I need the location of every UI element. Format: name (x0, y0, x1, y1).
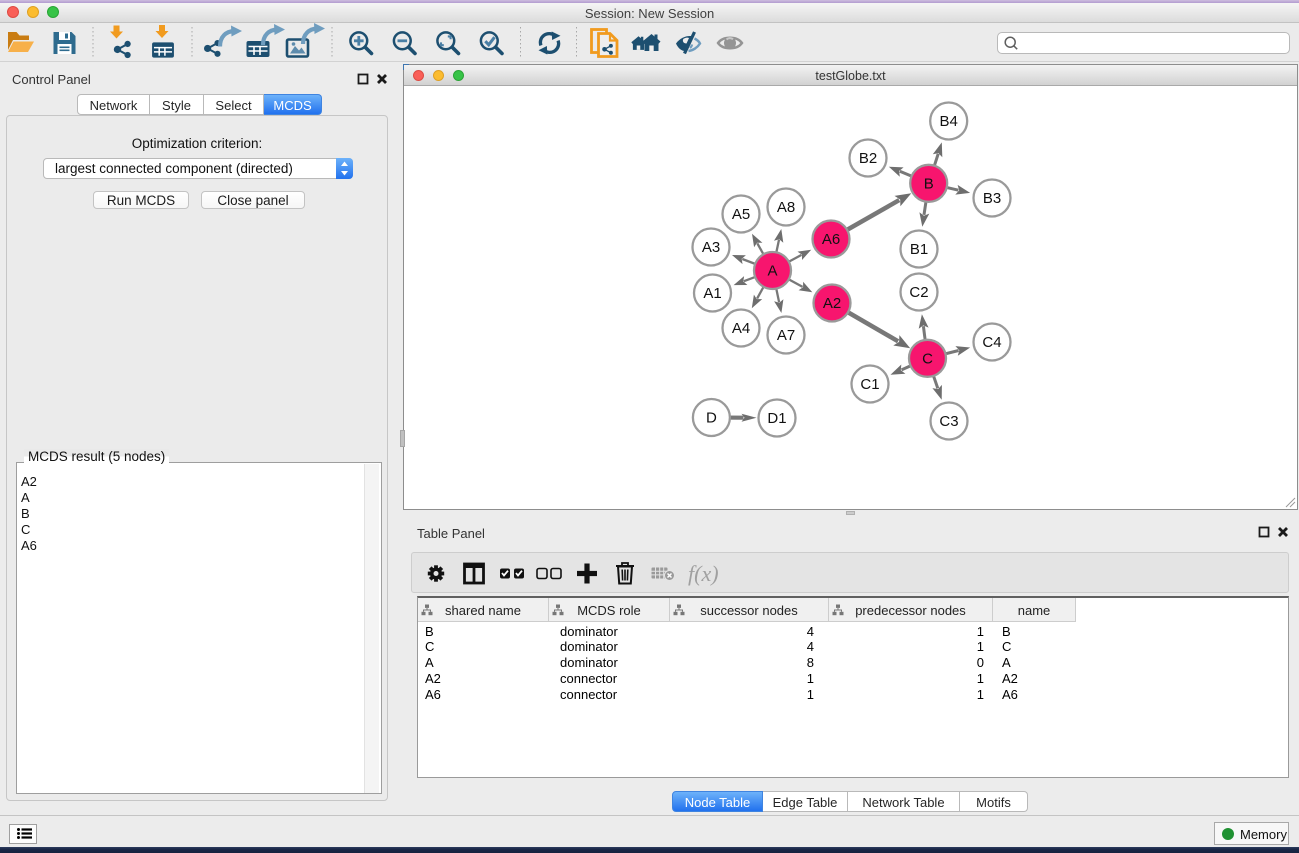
svg-text:A: A (767, 263, 777, 280)
svg-text:C3: C3 (939, 413, 958, 430)
svg-text:f(x): f(x) (688, 561, 719, 586)
svg-text:B3: B3 (983, 190, 1001, 207)
svg-text:A5: A5 (732, 206, 750, 223)
svg-text:B4: B4 (940, 113, 958, 130)
svg-text:B1: B1 (910, 241, 928, 258)
svg-text:A3: A3 (702, 239, 720, 256)
svg-text:C2: C2 (909, 284, 928, 301)
svg-text:A6: A6 (822, 231, 840, 248)
svg-text:C: C (922, 351, 933, 368)
svg-text:A8: A8 (777, 199, 795, 216)
svg-text:D1: D1 (767, 410, 786, 427)
svg-text:A1: A1 (703, 285, 721, 302)
svg-text:A4: A4 (732, 320, 750, 337)
svg-text:A2: A2 (823, 295, 841, 312)
svg-text:C4: C4 (982, 334, 1001, 351)
svg-text:B2: B2 (859, 150, 877, 167)
svg-text:B: B (924, 176, 934, 193)
svg-text:A7: A7 (777, 327, 795, 344)
svg-text:D: D (706, 410, 717, 427)
svg-text:C1: C1 (860, 376, 879, 393)
